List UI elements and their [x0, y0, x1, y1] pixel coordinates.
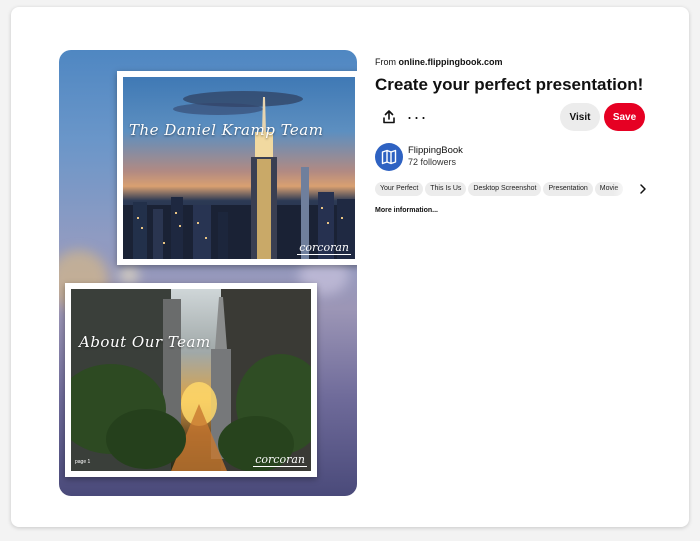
creator-info[interactable]: FlippingBook 72 followers — [375, 143, 675, 171]
photo2-page-label: page 1 — [75, 459, 91, 465]
chevron-right-icon[interactable] — [639, 183, 647, 195]
action-bar: ··· Visit Save — [375, 103, 675, 133]
pin-details: From online.flippingbook.com Create your… — [375, 57, 675, 214]
pin-title: Create your perfect presentation! — [375, 75, 644, 94]
follower-count: 72 followers — [408, 157, 457, 167]
pin-card: The Daniel Kramp Team corcoran About Our… — [11, 7, 689, 527]
source-prefix: From — [375, 57, 396, 67]
city-skyline-graphic — [123, 91, 355, 259]
tag-list: Your Perfect This Is Us Desktop Screenshot… — [375, 182, 647, 196]
save-button[interactable]: Save — [604, 103, 645, 131]
avatar[interactable] — [375, 143, 403, 171]
share-button[interactable] — [375, 103, 403, 131]
tag-chip[interactable]: Presentation — [543, 182, 593, 196]
photo2-brand: corcoran — [253, 453, 307, 467]
pin-image[interactable]: The Daniel Kramp Team corcoran About Our… — [59, 50, 357, 496]
more-information-link[interactable]: More information... — [375, 207, 675, 214]
more-options-button[interactable]: ··· — [403, 103, 431, 131]
flippingbook-logo-icon — [381, 149, 397, 165]
photo-empire-state: The Daniel Kramp Team corcoran — [117, 71, 357, 265]
visit-button[interactable]: Visit — [560, 103, 600, 131]
source-line: From online.flippingbook.com — [375, 57, 675, 67]
source-link[interactable]: online.flippingbook.com — [399, 57, 503, 67]
bokeh-light — [119, 265, 139, 285]
street-sunset-graphic — [71, 289, 311, 471]
tag-chip[interactable]: Your Perfect — [375, 182, 424, 196]
tag-chip[interactable]: Desktop Screenshot — [468, 182, 542, 196]
photo1-title: The Daniel Kramp Team — [129, 121, 324, 139]
share-icon — [383, 110, 395, 124]
photo1-brand: corcoran — [297, 241, 351, 255]
tag-chip[interactable]: This Is Us — [425, 182, 467, 196]
creator-name[interactable]: FlippingBook — [408, 145, 463, 156]
photo2-title: About Our Team — [79, 333, 211, 351]
more-icon: ··· — [406, 107, 428, 127]
photo-manhattanhenge: About Our Team corcoran page 1 — [65, 283, 317, 477]
